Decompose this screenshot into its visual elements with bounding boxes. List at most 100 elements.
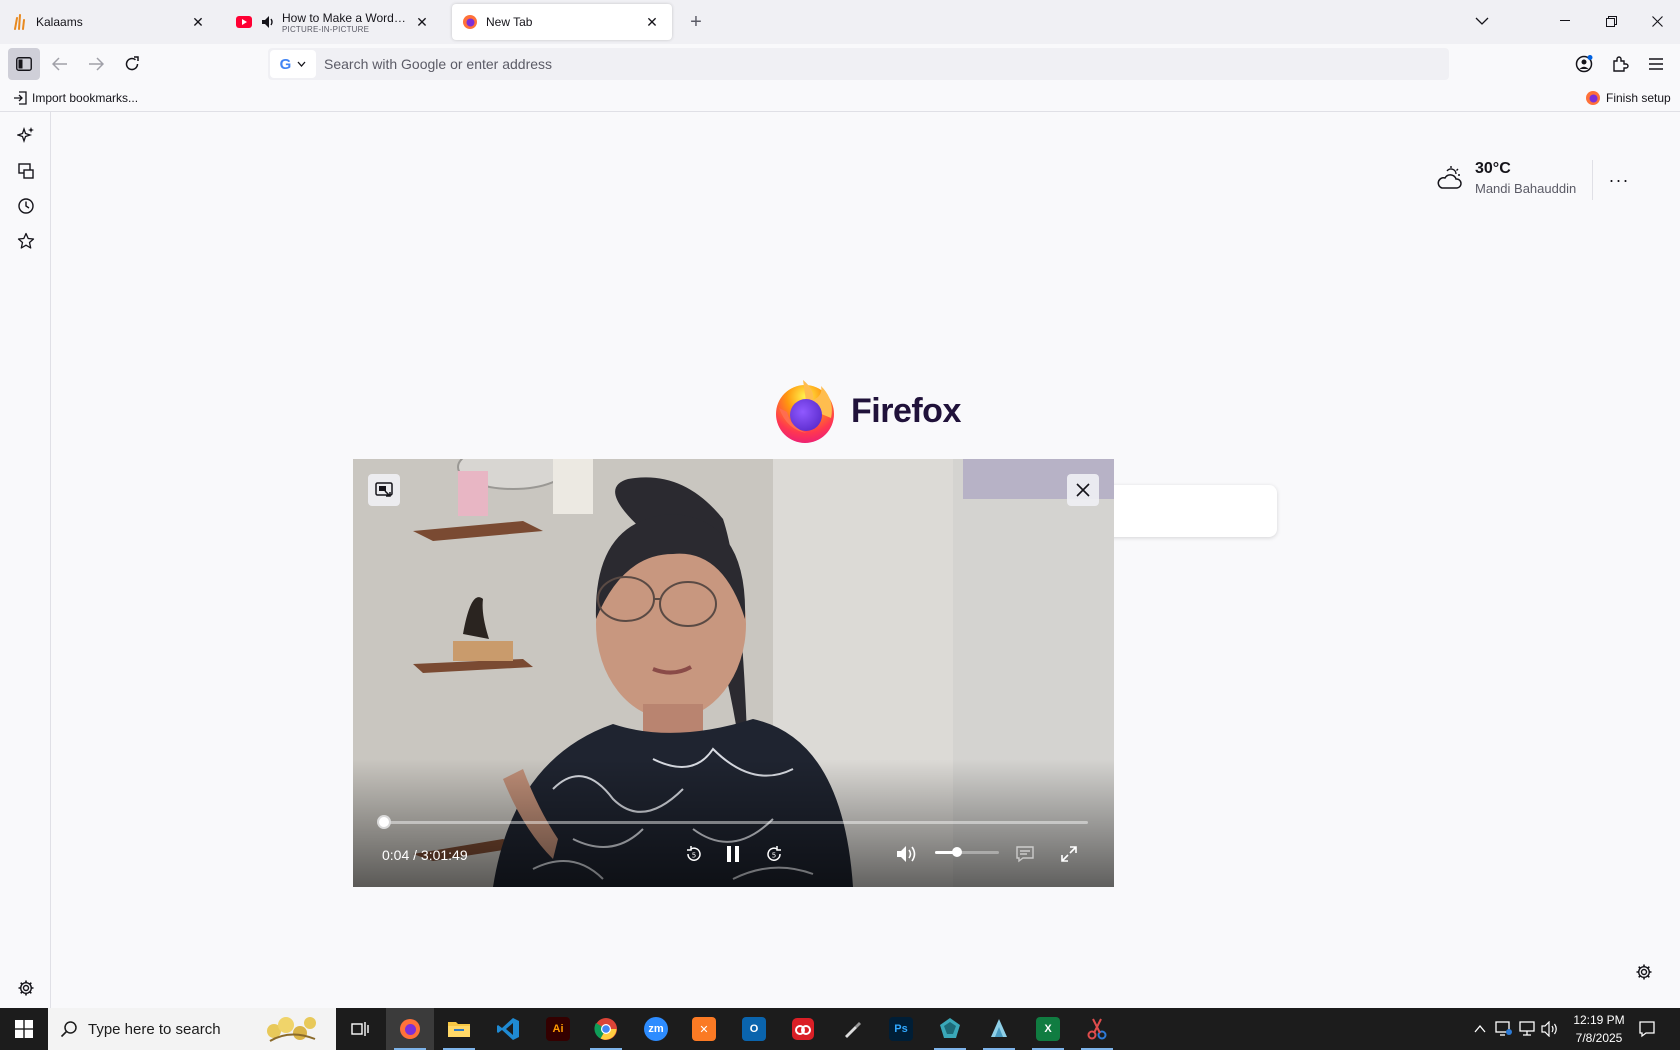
app-menu-icon[interactable] bbox=[1640, 48, 1672, 80]
taskbar-excel[interactable]: X bbox=[1024, 1008, 1072, 1050]
personalize-newtab-gear-icon[interactable] bbox=[1632, 960, 1656, 984]
bookmarks-star-icon[interactable] bbox=[10, 225, 42, 257]
network-status-icon[interactable] bbox=[1494, 1019, 1514, 1039]
close-icon bbox=[1076, 483, 1090, 497]
taskbar-snipping-tool[interactable] bbox=[1073, 1008, 1121, 1050]
search-highlight-illustration-icon bbox=[267, 1017, 316, 1042]
taskbar-zoom[interactable]: zm bbox=[632, 1008, 680, 1050]
taskbar-app-blue[interactable] bbox=[975, 1008, 1023, 1050]
taskbar-inkscape[interactable] bbox=[828, 1008, 876, 1050]
taskbar-xampp[interactable]: ✕ bbox=[680, 1008, 728, 1050]
taskbar-outlook[interactable]: O bbox=[730, 1008, 778, 1050]
taskbar-creative-cloud[interactable] bbox=[779, 1008, 827, 1050]
finish-setup-button[interactable]: Finish setup bbox=[1585, 88, 1671, 108]
ethernet-icon[interactable] bbox=[1517, 1019, 1537, 1039]
start-button[interactable] bbox=[0, 1008, 48, 1050]
google-g-icon: G bbox=[279, 55, 292, 73]
close-window-button[interactable] bbox=[1634, 6, 1680, 36]
forward-button[interactable] bbox=[80, 48, 112, 80]
firefox-icon bbox=[1586, 91, 1600, 105]
tab-title: New Tab bbox=[486, 15, 533, 29]
back-button[interactable] bbox=[44, 48, 76, 80]
tab-pip-label: PICTURE-IN-PICTURE bbox=[282, 24, 370, 34]
taskbar-app-teal[interactable] bbox=[926, 1008, 974, 1050]
tab-strip: Kalaams ✕ How to Make a WordPress Websit… bbox=[0, 0, 1680, 44]
windows-logo-icon bbox=[15, 1020, 33, 1038]
photoshop-icon: Ps bbox=[889, 1017, 913, 1041]
tab-title: Kalaams bbox=[36, 15, 83, 29]
xampp-icon: ✕ bbox=[692, 1017, 716, 1041]
reload-button[interactable] bbox=[116, 48, 148, 80]
list-all-tabs-chevron-icon[interactable] bbox=[1459, 6, 1505, 36]
task-view-button[interactable] bbox=[336, 1008, 384, 1050]
folder-icon bbox=[448, 1022, 470, 1037]
account-icon[interactable] bbox=[1568, 48, 1600, 80]
tab-close-icon[interactable]: ✕ bbox=[642, 12, 662, 32]
extensions-icon[interactable] bbox=[1604, 48, 1636, 80]
customize-sidebar-gear-icon[interactable] bbox=[14, 976, 38, 1000]
outlook-icon: O bbox=[742, 1017, 766, 1041]
tab-close-icon[interactable]: ✕ bbox=[188, 12, 208, 32]
pip-seek-handle[interactable] bbox=[377, 815, 391, 829]
ai-chatbot-icon[interactable] bbox=[10, 119, 42, 151]
sidebar-toggle-button[interactable] bbox=[8, 48, 40, 80]
navigation-toolbar: G bbox=[0, 44, 1680, 84]
tab-audio-playing-icon[interactable] bbox=[260, 14, 276, 30]
taskbar-vscode[interactable] bbox=[484, 1008, 532, 1050]
show-hidden-icons-chevron-icon[interactable] bbox=[1470, 1019, 1490, 1039]
weather-widget[interactable]: 30°C Mandi Bahauddin bbox=[1435, 160, 1576, 196]
app-icon bbox=[940, 1018, 960, 1038]
speaker-volume-icon[interactable] bbox=[1540, 1019, 1560, 1039]
taskbar-chrome[interactable] bbox=[582, 1008, 630, 1050]
new-tab-button[interactable]: + bbox=[684, 10, 708, 34]
taskbar-illustrator[interactable]: Ai bbox=[534, 1008, 582, 1050]
weather-temperature: 30°C bbox=[1475, 160, 1511, 177]
pip-back-to-tab-button[interactable] bbox=[368, 474, 400, 506]
pip-subtitles-icon[interactable] bbox=[1012, 841, 1038, 867]
task-view-icon bbox=[351, 1022, 369, 1036]
pip-seek-backward-icon[interactable]: 5 bbox=[681, 841, 707, 867]
pip-seek-bar[interactable] bbox=[383, 821, 1088, 824]
chevron-down-icon bbox=[297, 61, 306, 67]
pip-seek-forward-icon[interactable]: 5 bbox=[761, 841, 787, 867]
sidebar bbox=[0, 112, 51, 1008]
address-input[interactable] bbox=[324, 56, 1324, 72]
tab-youtube-video[interactable]: How to Make a WordPress Website PICTURE-… bbox=[226, 4, 442, 40]
taskbar-search-input[interactable] bbox=[88, 1020, 258, 1038]
weather-more-options-icon[interactable]: ··· bbox=[1604, 170, 1634, 190]
zoom-icon: zm bbox=[644, 1017, 668, 1041]
pip-fullscreen-icon[interactable] bbox=[1056, 841, 1082, 867]
creative-cloud-icon bbox=[792, 1018, 814, 1040]
youtube-favicon-icon bbox=[236, 14, 252, 30]
pip-volume-icon[interactable] bbox=[894, 841, 920, 867]
synced-tabs-icon[interactable] bbox=[10, 155, 42, 187]
import-bookmarks-button[interactable]: Import bookmarks... bbox=[13, 88, 138, 108]
minimize-button[interactable] bbox=[1542, 6, 1588, 36]
snipping-tool-icon bbox=[1087, 1018, 1107, 1040]
taskbar-firefox[interactable] bbox=[386, 1008, 434, 1050]
firefox-logo: Firefox bbox=[773, 378, 961, 444]
tab-kalaams[interactable]: Kalaams ✕ bbox=[2, 4, 218, 40]
firefox-wordmark: Firefox bbox=[851, 391, 961, 430]
partly-cloudy-icon bbox=[1437, 166, 1462, 189]
taskbar-photoshop[interactable]: Ps bbox=[877, 1008, 925, 1050]
chrome-icon bbox=[594, 1018, 617, 1040]
tab-new-tab[interactable]: New Tab ✕ bbox=[452, 4, 672, 40]
search-icon bbox=[60, 1021, 77, 1038]
tab-close-icon[interactable]: ✕ bbox=[412, 12, 432, 32]
history-icon[interactable] bbox=[10, 190, 42, 222]
back-to-tab-icon bbox=[375, 482, 393, 497]
taskbar-file-explorer[interactable] bbox=[435, 1008, 483, 1050]
taskbar-search-box[interactable] bbox=[48, 1008, 336, 1050]
search-engine-button[interactable]: G bbox=[270, 50, 316, 78]
restore-button[interactable] bbox=[1588, 6, 1634, 36]
pip-close-button[interactable] bbox=[1067, 474, 1099, 506]
notifications-icon[interactable] bbox=[1637, 1019, 1657, 1039]
illustrator-icon: Ai bbox=[546, 1017, 570, 1041]
system-clock[interactable]: 12:19 PM 7/8/2025 bbox=[1564, 1011, 1634, 1047]
picture-in-picture-window[interactable]: 0:04 / 3:01:49 5 5 bbox=[353, 459, 1114, 887]
app-icon bbox=[991, 1019, 1007, 1037]
pip-pause-icon[interactable] bbox=[720, 841, 746, 867]
pen-tool-icon bbox=[845, 1022, 861, 1038]
firefox-favicon-icon bbox=[462, 14, 478, 30]
